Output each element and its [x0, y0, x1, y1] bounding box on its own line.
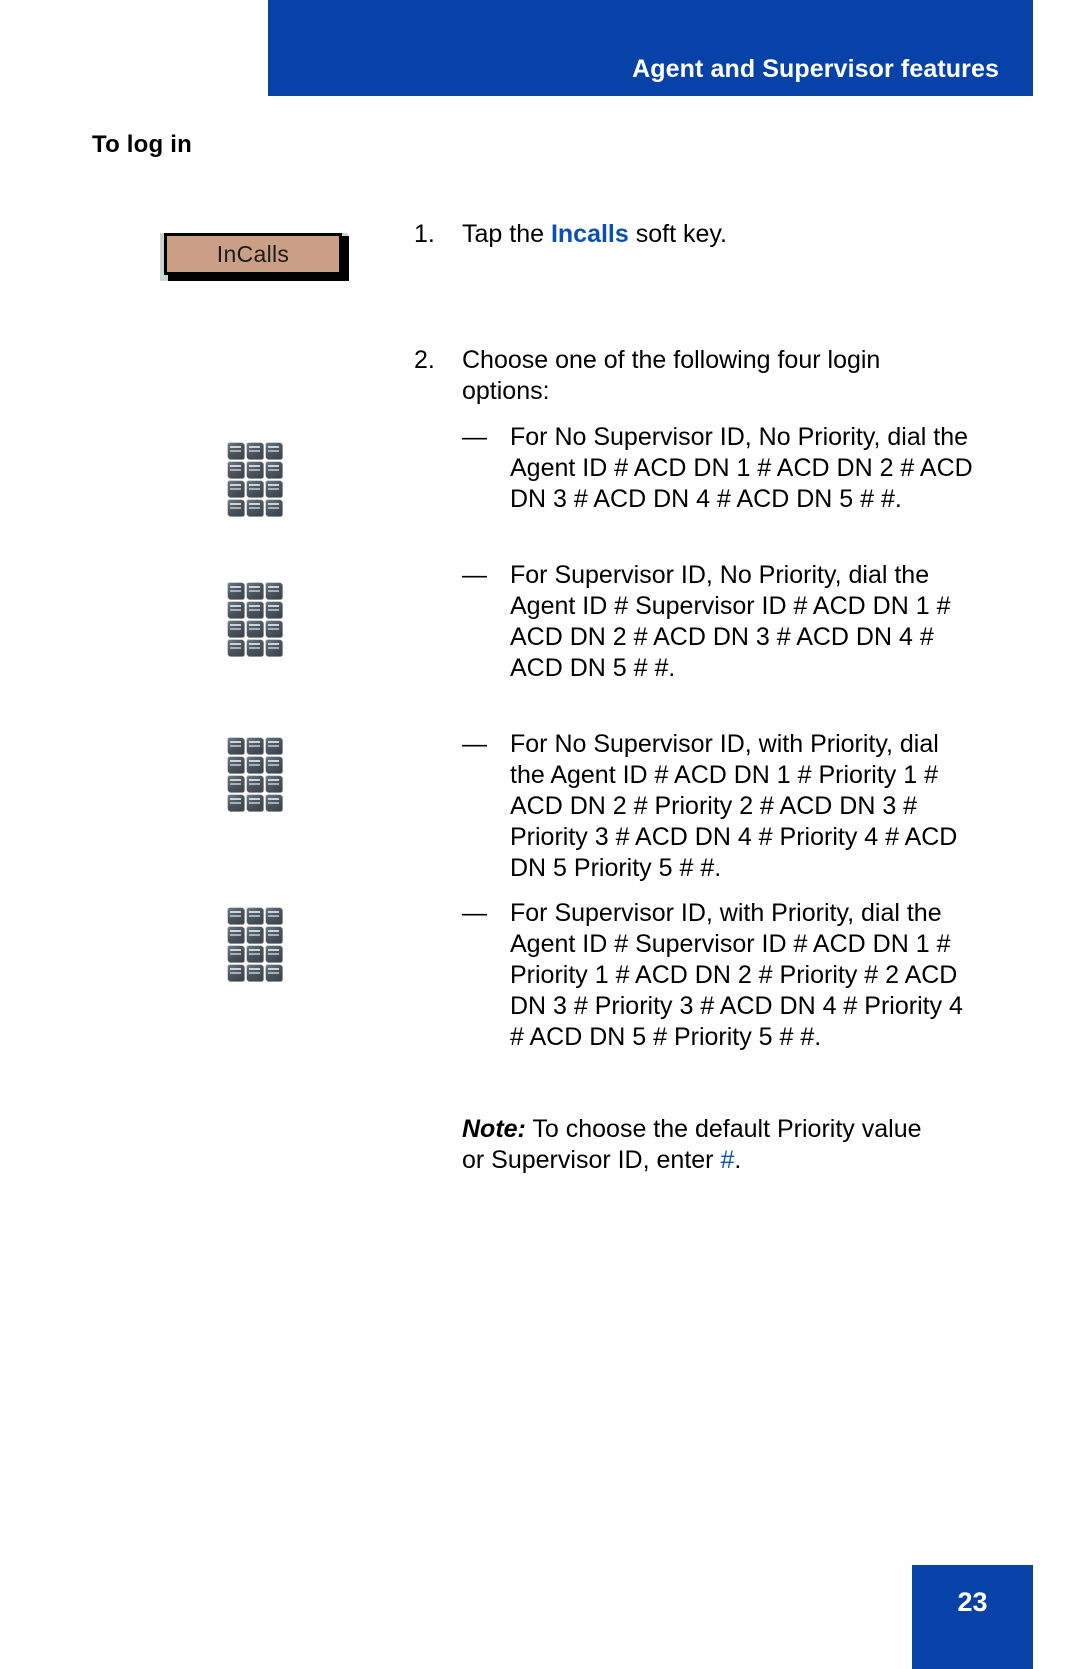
note-lead: Note:	[462, 1115, 526, 1143]
page-number: 23	[957, 1586, 988, 1617]
option-1-text: For No Supervisor ID, No Priority, dial …	[510, 423, 973, 513]
option-4-marker: —	[462, 899, 487, 927]
step-1-text: Tap the Incalls soft key.	[462, 219, 727, 250]
step-2-number: 2.	[414, 346, 435, 374]
option-2-marker: —	[462, 561, 487, 589]
step-1-text-before: Tap the	[462, 220, 551, 248]
login-option-4: — For Supervisor ID, with Priority, dial…	[462, 898, 980, 1053]
document-page: Agent and Supervisor features To log in …	[0, 0, 1080, 1669]
login-option-3: — For No Supervisor ID, with Priority, d…	[462, 729, 980, 884]
note-text-before: To choose the default Priority value or …	[462, 1115, 922, 1174]
note-text-after: .	[734, 1146, 742, 1174]
login-option-1: — For No Supervisor ID, No Priority, dia…	[462, 422, 980, 515]
page-number-badge: 23	[912, 1565, 1033, 1669]
step-1-number: 1.	[414, 220, 435, 248]
step-1: 1. Tap the Incalls soft key.	[414, 219, 727, 250]
incalls-keyword: Incalls	[550, 220, 629, 248]
note-hash-keyword: #	[720, 1146, 735, 1174]
option-2-text: For Supervisor ID, No Priority, dial the…	[510, 561, 951, 682]
option-1-marker: —	[462, 423, 487, 451]
note-block: Note: To choose the default Priority val…	[462, 1114, 932, 1176]
step-2: 2. Choose one of the following four logi…	[414, 345, 932, 407]
step-2-text: Choose one of the following four login o…	[462, 346, 881, 405]
option-3-text: For No Supervisor ID, with Priority, dia…	[510, 730, 958, 882]
option-3-marker: —	[462, 730, 487, 758]
instruction-column: 1. Tap the Incalls soft key. 2. Choose o…	[0, 0, 1080, 1669]
login-option-2: — For Supervisor ID, No Priority, dial t…	[462, 560, 980, 684]
step-1-text-after: soft key.	[628, 220, 727, 248]
option-4-text: For Supervisor ID, with Priority, dial t…	[510, 899, 963, 1051]
